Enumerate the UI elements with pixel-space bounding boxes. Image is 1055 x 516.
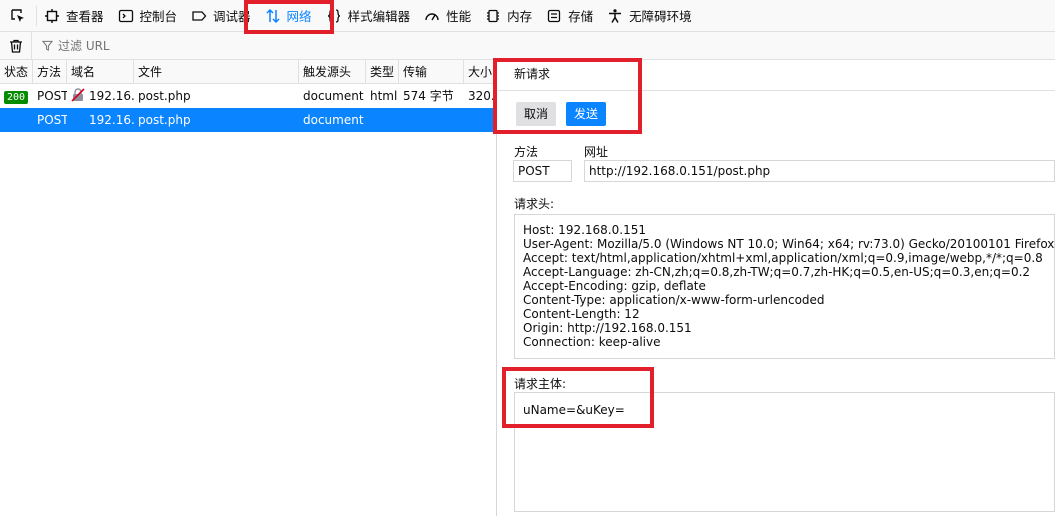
header-line: Accept-Encoding: gzip, deflate [523,279,706,293]
column-initiator[interactable]: 触发源头 [299,60,366,84]
table-row[interactable]: POST 192.16... post.php document [0,108,496,132]
method-cell: POST [37,89,67,103]
file-cell: post.php [138,89,191,103]
domain-text: 192.16... [89,89,134,103]
insecure-connection-icon [71,86,85,102]
tab-label: 性能 [446,9,472,24]
type-cell: html [370,89,398,103]
header-line: Connection: keep-alive [523,335,661,349]
header-line: Accept-Language: zh-CN,zh;q=0.8,zh-TW;q=… [523,265,1031,279]
element-picker-button[interactable] [0,5,37,26]
column-file[interactable]: 文件 [134,60,299,84]
request-list: 状态 方法 域名 文件 触发源头 类型 传输 大小 200 POST 192.1… [0,60,497,516]
column-domain[interactable]: 域名 [67,60,134,84]
transferred-cell: 574 字节 [403,89,454,103]
tab-storage[interactable]: 存储 [539,0,600,32]
domain-cell: 192.16... [89,113,134,127]
console-icon [118,8,134,24]
tab-console[interactable]: 控制台 [111,0,185,32]
debugger-icon [191,8,207,24]
header-line: User-Agent: Mozilla/5.0 (Windows NT 10.0… [523,237,1055,251]
header-line: Origin: http://192.168.0.151 [523,321,692,335]
status-badge: 200 [4,91,29,104]
method-cell: POST [37,113,67,127]
domain-cell: 192.16... [67,84,134,108]
header-line: Accept: text/html,application/xhtml+xml,… [523,251,1043,265]
status-cell: 200 [0,84,33,108]
transferred-cell [399,108,464,132]
url-input[interactable]: http://192.168.0.151/post.php [584,160,1055,182]
header-line: Content-Type: application/x-www-form-url… [523,293,825,307]
tab-label: 无障碍环境 [629,9,692,24]
column-transferred[interactable]: 传输 [399,60,464,84]
tab-label: 控制台 [139,9,178,24]
headers-label: 请求头: [514,197,555,211]
tab-performance[interactable]: 性能 [417,0,478,32]
memory-icon [485,8,501,24]
tab-memory[interactable]: 内存 [478,0,539,32]
initiator-cell: document [303,113,364,127]
tab-accessibility[interactable]: 无障碍环境 [600,0,699,32]
type-cell [366,108,399,132]
column-type[interactable]: 类型 [366,60,399,84]
annotation-box-new-request [493,58,642,134]
accessibility-icon [607,8,623,24]
tab-label: 样式编辑器 [347,9,411,24]
method-input[interactable]: POST [513,160,572,182]
element-picker-icon [10,8,26,24]
initiator-cell: document [303,89,364,103]
url-label: 网址 [584,145,609,159]
storage-icon [546,8,562,24]
clear-button[interactable] [0,31,32,60]
file-cell: post.php [138,113,191,127]
header-line: Host: 192.168.0.151 [523,223,646,237]
network-filter-bar: 过滤 URL [0,31,1055,60]
tab-label: 存储 [568,9,594,24]
request-list-header: 状态 方法 域名 文件 触发源头 类型 传输 大小 [0,60,496,84]
header-line: Content-Length: 12 [523,307,640,321]
status-cell [0,108,33,132]
filter-url-input[interactable]: 过滤 URL [32,37,110,54]
table-row[interactable]: 200 POST 192.16... post.php document htm… [0,84,496,108]
headers-textarea[interactable]: Host: 192.168.0.151 User-Agent: Mozilla/… [514,214,1055,359]
column-status[interactable]: 状态 [0,60,33,84]
annotation-box-request-body [502,367,654,428]
column-method[interactable]: 方法 [33,60,67,84]
inspector-icon [44,8,60,24]
filter-placeholder: 过滤 URL [58,39,110,53]
tab-label: 查看器 [66,9,104,24]
devtools-toolbar: 查看器 控制台 调试器 网络 样式编辑器 性能 内存 存储 无障碍环境 [0,0,1055,32]
filter-icon [42,40,53,51]
method-label: 方法 [514,145,539,159]
tab-inspector[interactable]: 查看器 [37,0,111,32]
performance-icon [424,8,440,24]
annotation-box-network-tab [244,0,334,34]
trash-icon [8,38,24,54]
tab-label: 内存 [507,9,533,24]
